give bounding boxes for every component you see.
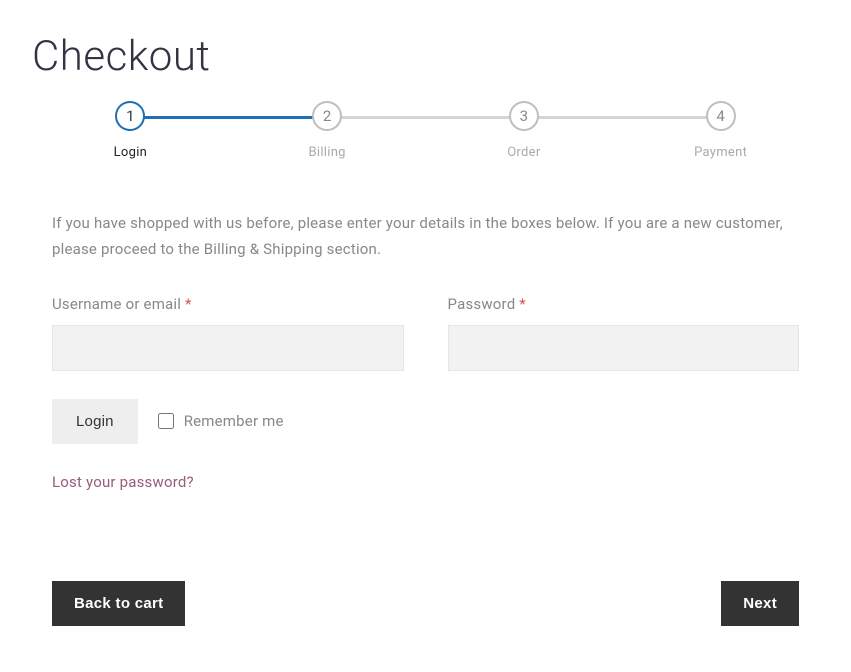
intro-text: If you have shopped with us before, plea… [52,210,799,263]
password-input[interactable] [448,325,800,371]
login-button[interactable]: Login [52,399,138,444]
required-mark: * [519,295,526,313]
remember-me-checkbox[interactable] [158,413,174,429]
step-payment[interactable]: 4 Payment [622,101,819,160]
password-label: Password * [448,295,800,313]
step-label-payment: Payment [694,145,747,160]
step-label-billing: Billing [308,145,345,160]
step-login[interactable]: 1 Login [32,101,229,160]
step-line-3 [524,116,721,119]
step-label-login: Login [114,145,148,160]
lost-password-link[interactable]: Lost your password? [52,473,194,491]
password-group: Password * [448,295,800,371]
step-circle-1: 1 [115,101,145,131]
step-circle-4: 4 [706,101,736,131]
remember-me-wrap: Remember me [158,412,284,430]
step-line-1 [130,116,327,119]
username-label: Username or email * [52,295,404,313]
next-button[interactable]: Next [721,581,799,626]
step-line-2 [327,116,524,119]
checkout-stepper: 1 Login 2 Billing 3 Order 4 Payment [32,101,819,160]
remember-me-label: Remember me [184,412,284,430]
password-label-text: Password [448,295,520,313]
back-to-cart-button[interactable]: Back to cart [52,581,185,626]
required-mark: * [185,295,192,313]
page-title: Checkout [32,32,819,81]
username-label-text: Username or email [52,295,185,313]
username-group: Username or email * [52,295,404,371]
step-billing[interactable]: 2 Billing [229,101,426,160]
step-circle-2: 2 [312,101,342,131]
step-order[interactable]: 3 Order [426,101,623,160]
step-label-order: Order [507,145,540,160]
step-circle-3: 3 [509,101,539,131]
username-input[interactable] [52,325,404,371]
